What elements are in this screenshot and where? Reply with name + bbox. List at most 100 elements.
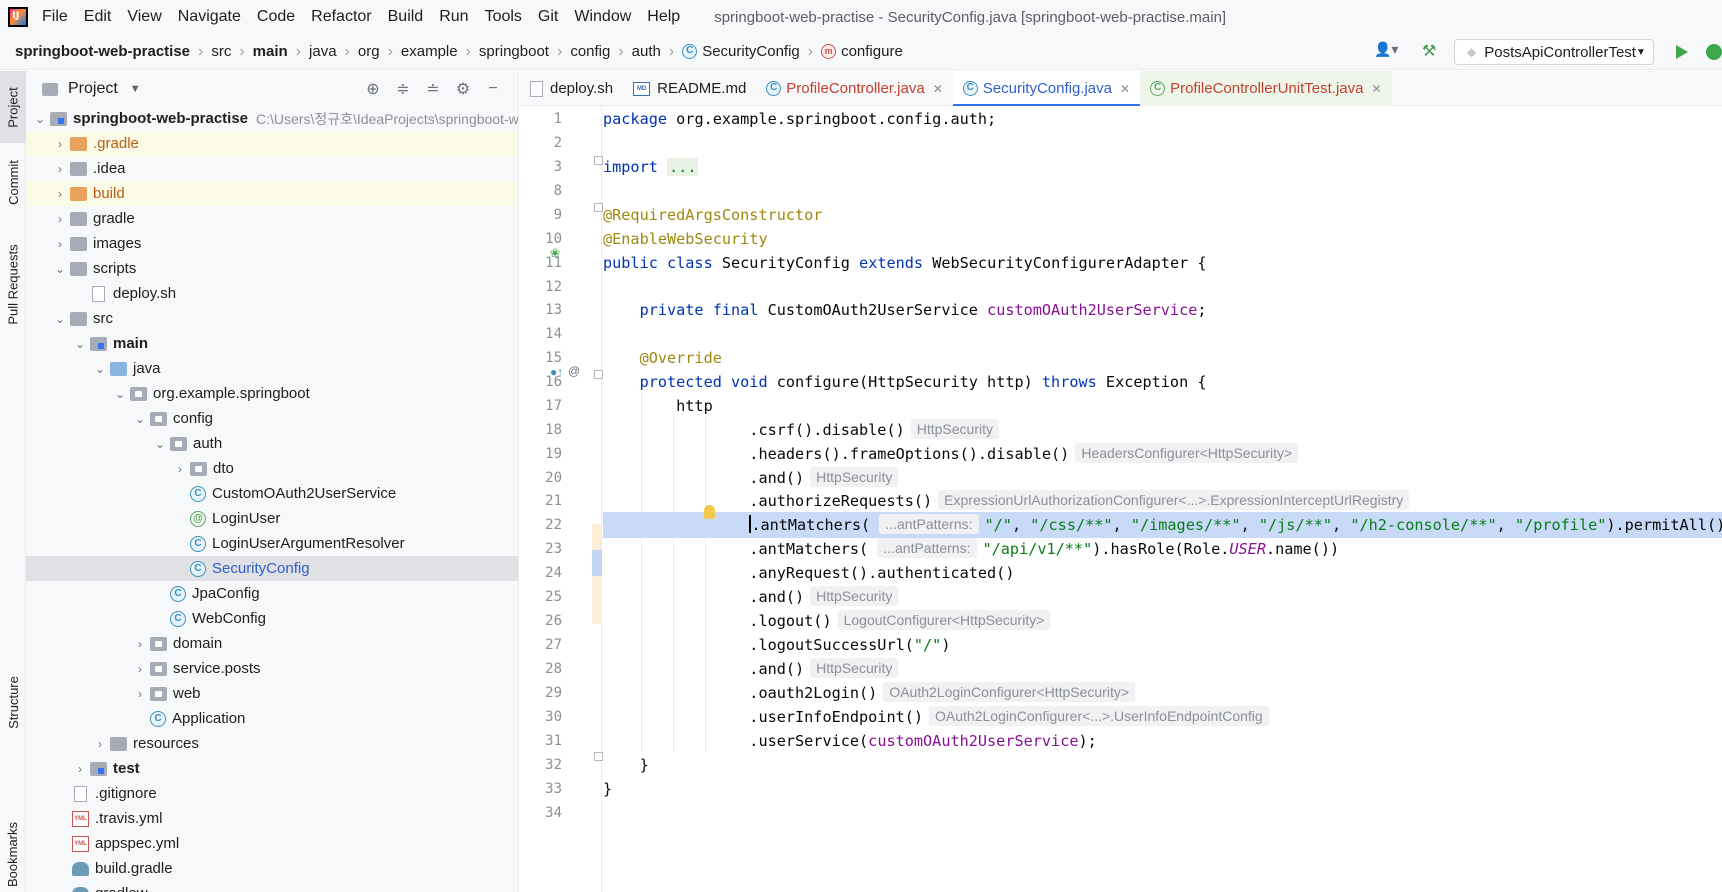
bookmarks-tool-button[interactable]: Bookmarks (0, 816, 26, 892)
collapse-all-icon[interactable]: ≐ (418, 79, 448, 99)
tree-item-gradle[interactable]: › gradle (26, 206, 518, 231)
chevron-right-icon[interactable]: › (130, 687, 150, 701)
structure-tool-button[interactable]: Structure (0, 659, 26, 745)
chevron-down-icon[interactable]: ⌄ (90, 362, 110, 376)
tree-item-scripts[interactable]: ⌄ scripts (26, 256, 518, 281)
tree-item-gradle-dir[interactable]: › .gradle (26, 131, 518, 156)
tree-item-package-root[interactable]: ⌄ org.example.springboot (26, 381, 518, 406)
chevron-right-icon[interactable]: › (70, 762, 90, 776)
tree-item-securityconfig[interactable]: C SecurityConfig (26, 556, 518, 581)
fold-icon[interactable] (594, 370, 603, 379)
code-editor[interactable]: ❀ ●↑ @ package org.example.springboot.co… (520, 106, 1722, 892)
tree-item-resources[interactable]: › resources (26, 731, 518, 756)
code-area[interactable]: package org.example.springboot.config.au… (603, 106, 1722, 892)
breadcrumb-org[interactable]: org (358, 43, 380, 60)
breadcrumb-springboot[interactable]: springboot (479, 43, 549, 60)
breadcrumb-auth[interactable]: auth (632, 43, 661, 60)
menu-code[interactable]: Code (257, 8, 295, 26)
run-icon[interactable] (1676, 45, 1688, 59)
tree-item-images[interactable]: › images (26, 231, 518, 256)
project-tool-button[interactable]: Project (0, 71, 26, 143)
tree-item-gradlew[interactable]: gradlew (26, 881, 518, 892)
tab-securityconfig[interactable]: C SecurityConfig.java ✕ (952, 71, 1141, 107)
tree-item-loginuser[interactable]: @ LoginUser (26, 506, 518, 531)
build-hammer-icon[interactable]: ⚒ (1422, 41, 1442, 63)
breadcrumb-config[interactable]: config (570, 43, 610, 60)
tree-item-domain[interactable]: › domain (26, 631, 518, 656)
chevron-down-icon[interactable]: ⌄ (50, 312, 70, 326)
tab-profilecontroller[interactable]: C ProfileController.java ✕ (756, 71, 952, 106)
menu-file[interactable]: File (42, 8, 68, 26)
tree-item-customoauth2userservice[interactable]: C CustomOAuth2UserService (26, 481, 518, 506)
fold-icon[interactable] (594, 752, 603, 761)
annotation-icon[interactable]: @ (568, 364, 580, 378)
tree-item-deploy-sh[interactable]: deploy.sh (26, 281, 518, 306)
tree-item-jpaconfig[interactable]: C JpaConfig (26, 581, 518, 606)
tree-item-build[interactable]: › build (26, 181, 518, 206)
folded-imports[interactable]: ... (667, 158, 699, 176)
chevron-down-icon[interactable]: ⌄ (30, 112, 50, 126)
menu-view[interactable]: View (127, 8, 161, 26)
tree-item-dto[interactable]: › dto (26, 456, 518, 481)
run-configuration-select[interactable]: ◆ PostsApiControllerTest ▼ (1454, 39, 1654, 65)
close-icon[interactable]: ✕ (1120, 82, 1130, 96)
breadcrumb-securityconfig[interactable]: SecurityConfig (702, 43, 800, 60)
breadcrumb-main[interactable]: main (253, 43, 288, 60)
lightbulb-icon[interactable] (704, 505, 715, 519)
close-icon[interactable]: ✕ (1371, 82, 1381, 96)
chevron-right-icon[interactable]: › (130, 637, 150, 651)
tree-item-build-gradle[interactable]: build.gradle (26, 856, 518, 881)
locate-icon[interactable]: ⊕ (358, 79, 388, 99)
menu-refactor[interactable]: Refactor (311, 8, 371, 26)
minimize-icon[interactable]: − (478, 80, 508, 98)
chevron-down-icon[interactable]: ▼ (130, 83, 141, 95)
tab-readme[interactable]: MD README.md (623, 71, 756, 106)
chevron-down-icon[interactable]: ⌄ (130, 412, 150, 426)
chevron-right-icon[interactable]: › (50, 212, 70, 226)
menu-run[interactable]: Run (439, 8, 468, 26)
chevron-right-icon[interactable]: › (50, 237, 70, 251)
project-panel-title[interactable]: Project (68, 80, 118, 98)
tree-item-auth[interactable]: ⌄ auth (26, 431, 518, 456)
chevron-right-icon[interactable]: › (130, 662, 150, 676)
tree-item-appspec-yml[interactable]: YML appspec.yml (26, 831, 518, 856)
tree-item-java[interactable]: ⌄ java (26, 356, 518, 381)
chevron-right-icon[interactable]: › (170, 462, 190, 476)
tab-deploy-sh[interactable]: deploy.sh (520, 71, 623, 106)
user-account-icon[interactable]: 👤▾ (1374, 41, 1404, 63)
tree-item-idea[interactable]: › .idea (26, 156, 518, 181)
menu-help[interactable]: Help (647, 8, 680, 26)
tree-item-service-posts[interactable]: › service.posts (26, 656, 518, 681)
menu-tools[interactable]: Tools (485, 8, 522, 26)
chevron-right-icon[interactable]: › (90, 737, 110, 751)
expand-all-icon[interactable]: ≑ (388, 79, 418, 99)
gear-icon[interactable]: ⚙ (448, 79, 478, 99)
tree-item-loginuserargumentresolver[interactable]: C LoginUserArgumentResolver (26, 531, 518, 556)
breadcrumb-example[interactable]: example (401, 43, 458, 60)
chevron-down-icon[interactable]: ⌄ (150, 437, 170, 451)
chevron-down-icon[interactable]: ⌄ (70, 337, 90, 351)
fold-icon[interactable] (594, 156, 603, 165)
breadcrumb-src[interactable]: src (211, 43, 231, 60)
menu-build[interactable]: Build (388, 8, 424, 26)
menu-window[interactable]: Window (574, 8, 631, 26)
chevron-down-icon[interactable]: ⌄ (110, 387, 130, 401)
chevron-down-icon[interactable]: ⌄ (50, 262, 70, 276)
tree-item-config[interactable]: ⌄ config (26, 406, 518, 431)
menu-git[interactable]: Git (538, 8, 558, 26)
breadcrumb-configure[interactable]: configure (841, 43, 903, 60)
fold-icon[interactable] (594, 203, 603, 212)
tree-item-root[interactable]: ⌄ springboot-web-practise C:\Users\정규호\I… (26, 106, 518, 131)
commit-tool-button[interactable]: Commit (0, 147, 26, 217)
tab-profilecontrollerunittest[interactable]: C ProfileControllerUnitTest.java ✕ (1140, 71, 1392, 106)
tree-item-travis-yml[interactable]: YML .travis.yml (26, 806, 518, 831)
close-icon[interactable]: ✕ (933, 82, 943, 96)
tree-item-main[interactable]: ⌄ main (26, 331, 518, 356)
chevron-right-icon[interactable]: › (50, 187, 70, 201)
tree-item-src[interactable]: ⌄ src (26, 306, 518, 331)
tree-item-test[interactable]: › test (26, 756, 518, 781)
tree-item-webconfig[interactable]: C WebConfig (26, 606, 518, 631)
tree-item-gitignore[interactable]: .gitignore (26, 781, 518, 806)
tree-item-application[interactable]: C Application (26, 706, 518, 731)
menu-edit[interactable]: Edit (84, 8, 112, 26)
